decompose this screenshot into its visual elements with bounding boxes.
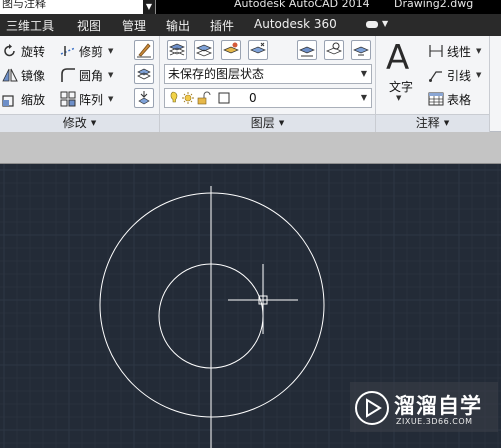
text-tool-icon[interactable]: A	[386, 40, 409, 76]
copy-button[interactable]	[134, 64, 154, 84]
chevron-down-icon[interactable]: ▼	[476, 71, 481, 79]
tab-view[interactable]: 视图	[77, 17, 101, 34]
layer-state-value: 未保存的图层状态	[168, 67, 265, 81]
trim-button[interactable]: 修剪 ▼	[60, 41, 113, 61]
scale-label: 缩放	[21, 92, 46, 107]
chevron-down-icon[interactable]: ▼	[143, 0, 155, 14]
chevron-down-icon: ▼	[360, 93, 367, 102]
tab-output[interactable]: 输出	[166, 17, 190, 34]
annotation-panel-title: 注释	[415, 116, 440, 130]
scale-button[interactable]: 缩放	[2, 89, 45, 109]
layer-state-dropdown[interactable]: 未保存的图层状态 ▼	[164, 64, 372, 84]
title-bar: 图与注释 ▼ Autodesk AutoCAD 2014 Drawing2.dw…	[0, 0, 501, 14]
layer-lock-icon	[325, 42, 343, 55]
rotate-label: 旋转	[21, 44, 46, 59]
watermark: 溜溜自学 ZIXUE.3D66.COM	[350, 382, 498, 432]
tab-overflow-button[interactable]: ▼	[366, 19, 390, 31]
array-label: 阵列	[79, 92, 104, 107]
modify-panel-footer[interactable]: 修改 ▼	[0, 114, 159, 132]
chevron-down-icon: ▼	[382, 19, 389, 28]
layer-off-icon	[250, 42, 266, 54]
linear-dimension-icon	[429, 45, 443, 57]
layer-tool-7-button[interactable]	[351, 40, 371, 60]
rotate-button[interactable]: 旋转	[2, 41, 45, 61]
trim-label: 修剪	[79, 44, 104, 59]
layer-tool-5-button[interactable]	[297, 40, 317, 60]
layer-properties-button[interactable]	[167, 40, 187, 60]
array-button[interactable]: 阵列 ▼	[60, 89, 113, 109]
trim-icon	[60, 46, 76, 56]
chevron-down-icon: ▼	[278, 119, 285, 127]
chevron-down-icon[interactable]: ▼	[108, 71, 113, 79]
mirror-icon	[2, 68, 18, 82]
app-title: Autodesk AutoCAD 2014	[234, 0, 370, 10]
chevron-down-icon[interactable]: ▼	[108, 95, 113, 103]
mirror-label: 镜像	[21, 68, 46, 83]
workspace-label: 图与注释	[2, 0, 46, 10]
play-logo-icon	[355, 391, 389, 425]
tab-autodesk-360[interactable]: Autodesk 360	[254, 17, 337, 31]
explode-icon	[138, 91, 150, 105]
tab-3d-tools[interactable]: 三维工具	[6, 17, 54, 34]
layer-tool-2-button[interactable]	[194, 40, 214, 60]
layers-panel-footer[interactable]: 图层 ▼	[160, 114, 375, 132]
tab-manage[interactable]: 管理	[122, 17, 146, 34]
layer-isolate-icon	[223, 42, 239, 54]
erase-button[interactable]	[134, 40, 154, 60]
leader-button[interactable]: 引线 ▼	[428, 65, 481, 85]
linear-dimension-button[interactable]: 线性 ▼	[428, 41, 481, 61]
layer-walk-icon	[353, 46, 369, 56]
leader-label: 引线	[447, 68, 472, 83]
layer-tool-6-button[interactable]	[324, 40, 344, 60]
layer-properties-icon	[168, 43, 186, 56]
leader-icon	[429, 71, 442, 82]
text-tool-label[interactable]: 文字	[389, 78, 413, 95]
ribbon: 旋转 修剪 ▼ 镜像 圆角 ▼ 缩放 阵列 ▼ 修改 ▼ 未保存的图层状态 ▼ …	[0, 36, 501, 132]
current-layer-name: 0	[249, 91, 257, 105]
workspace-dropdown[interactable]: 图与注释 ▼	[0, 0, 156, 14]
file-tab-strip	[0, 132, 501, 164]
layer-dropdown[interactable]: 0 ▼	[164, 88, 372, 108]
layer-freeze-icon	[299, 46, 315, 57]
layer-tool-3-button[interactable]	[221, 40, 241, 60]
annotation-panel: A 文字 ▼ 线性 ▼ 引线 ▼ 表格 注释 ▼	[376, 36, 490, 132]
crosshair-cursor	[228, 264, 298, 334]
watermark-site: ZIXUE.3D66.COM	[396, 417, 473, 426]
mirror-button[interactable]: 镜像	[2, 65, 45, 85]
document-title: Drawing2.dwg	[394, 0, 474, 10]
table-icon	[428, 92, 444, 106]
table-label: 表格	[447, 92, 472, 107]
rotate-icon	[4, 44, 15, 57]
fillet-button[interactable]: 圆角 ▼	[60, 65, 113, 85]
modify-panel-title: 修改	[62, 116, 87, 130]
copy-icon	[137, 68, 151, 80]
annotation-panel-footer[interactable]: 注释 ▼	[376, 114, 489, 132]
layers-panel: 未保存的图层状态 ▼ 0 ▼ 图层 ▼	[160, 36, 376, 132]
chevron-down-icon[interactable]: ▼	[108, 47, 113, 55]
scale-icon	[2, 95, 14, 107]
explode-button[interactable]	[134, 88, 154, 108]
array-icon	[60, 91, 76, 107]
chevron-down-icon: ▼	[443, 119, 450, 127]
watermark-brand: 溜溜自学	[394, 394, 482, 418]
ribbon-tab-bar: 三维工具 视图 管理 输出 插件 Autodesk 360 ▼	[0, 14, 501, 36]
fillet-icon	[61, 68, 75, 82]
layer-tool-4-button[interactable]	[248, 40, 268, 60]
layers-panel-title: 图层	[250, 116, 275, 130]
chevron-down-icon: ▼	[90, 119, 97, 127]
tab-plugins[interactable]: 插件	[210, 17, 234, 34]
chevron-down-icon[interactable]: ▼	[476, 47, 481, 55]
fillet-label: 圆角	[79, 68, 104, 83]
layer-status-icons	[170, 91, 230, 105]
layer-match-icon	[195, 44, 213, 57]
linear-label: 线性	[447, 44, 472, 59]
chevron-down-icon[interactable]: ▼	[396, 94, 401, 102]
table-button[interactable]: 表格	[428, 89, 471, 109]
chevron-down-icon: ▼	[360, 69, 367, 78]
modify-panel: 旋转 修剪 ▼ 镜像 圆角 ▼ 缩放 阵列 ▼ 修改 ▼	[0, 36, 160, 132]
featured-apps-icon	[366, 21, 378, 28]
erase-icon	[137, 43, 151, 58]
